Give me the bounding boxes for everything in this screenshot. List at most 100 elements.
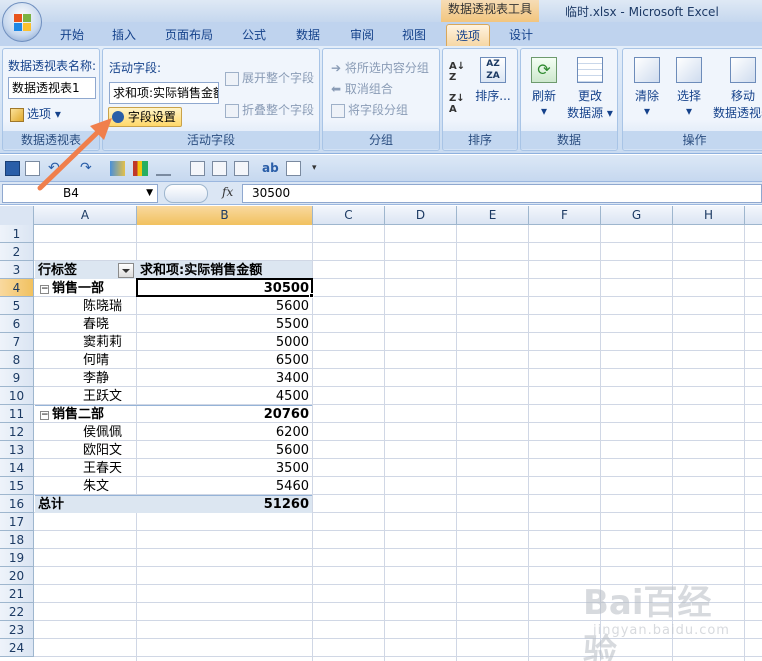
row-header[interactable]: 9 [0, 369, 34, 387]
tab-design[interactable]: 设计 [498, 24, 544, 46]
row-header[interactable]: 1 [0, 225, 34, 243]
item-value[interactable]: 5600 [137, 298, 312, 315]
group-subtotal[interactable]: 20760 [137, 406, 312, 423]
row-header[interactable]: 2 [0, 243, 34, 261]
item-value[interactable]: 6200 [137, 424, 312, 441]
ungroup-button[interactable]: ⬅ 取消组合 [331, 80, 393, 97]
item-row-label[interactable]: 王春天 [35, 460, 136, 477]
sort-button[interactable]: AZ ZA 排序... [471, 57, 515, 104]
row-header[interactable]: 10 [0, 387, 34, 405]
row-header[interactable]: 6 [0, 315, 34, 333]
item-value[interactable]: 5000 [137, 334, 312, 351]
table-icon[interactable] [212, 161, 227, 176]
collapse-toggle-icon[interactable]: − [40, 285, 49, 294]
row-header[interactable]: 15 [0, 477, 34, 495]
fx-button[interactable]: fx [222, 185, 233, 199]
office-button[interactable] [2, 2, 42, 42]
sort-ascending-icon[interactable]: A↓ Z [449, 61, 465, 83]
tab-home[interactable]: 开始 [48, 24, 96, 46]
item-row-label[interactable]: 朱文 [35, 478, 136, 495]
row-header[interactable]: 20 [0, 567, 34, 585]
filter-dropdown-icon[interactable] [118, 263, 134, 278]
item-value[interactable]: 5460 [137, 478, 312, 495]
name-box-dropdown-icon[interactable]: ▼ [146, 185, 153, 202]
row-header[interactable]: 18 [0, 531, 34, 549]
expand-field-button[interactable]: 展开整个字段 [225, 69, 314, 86]
item-row-label[interactable]: 何晴 [35, 352, 136, 369]
item-row-label[interactable]: 窦莉莉 [35, 334, 136, 351]
collapse-toggle-icon[interactable]: − [40, 411, 49, 420]
column-header[interactable]: H [673, 206, 745, 225]
select-all-corner[interactable] [0, 206, 34, 225]
column-header[interactable]: B [137, 206, 313, 225]
active-field-input[interactable]: 求和项:实际销售金额 [109, 82, 219, 104]
column-header[interactable]: F [529, 206, 601, 225]
item-value[interactable]: 3400 [137, 370, 312, 387]
row-header[interactable]: 17 [0, 513, 34, 531]
clear-button[interactable]: 清除 ▾ [627, 57, 667, 118]
customize-toolbar-icon[interactable]: ▾ [312, 161, 327, 176]
save-icon[interactable] [5, 161, 20, 176]
column-header[interactable]: G [601, 206, 673, 225]
item-value[interactable]: 4500 [137, 388, 312, 405]
row-header[interactable]: 8 [0, 351, 34, 369]
formula-cancel-enter-icon[interactable] [164, 184, 208, 203]
row-header[interactable]: 5 [0, 297, 34, 315]
change-data-source-button[interactable]: 更改 数据源 ▾ [565, 57, 615, 121]
tab-formulas[interactable]: 公式 [230, 24, 278, 46]
item-value[interactable]: 5600 [137, 442, 312, 459]
print-preview-icon[interactable] [286, 161, 301, 176]
fill-handle[interactable] [309, 293, 314, 298]
row-header[interactable]: 4 [0, 279, 34, 297]
item-row-label[interactable]: 欧阳文 [35, 442, 136, 459]
item-value[interactable]: 6500 [137, 352, 312, 369]
row-header[interactable]: 19 [0, 549, 34, 567]
form-icon[interactable] [190, 161, 205, 176]
row-header[interactable]: 13 [0, 441, 34, 459]
group-selection-button[interactable]: ➔ 将所选内容分组 [331, 59, 429, 76]
tab-page-layout[interactable]: 页面布局 [156, 24, 222, 46]
tab-view[interactable]: 视图 [390, 24, 438, 46]
item-value[interactable]: 3500 [137, 460, 312, 477]
select-button[interactable]: 选择 ▾ [669, 57, 709, 118]
column-header[interactable]: C [313, 206, 385, 225]
group-field-button[interactable]: 将字段分组 [331, 101, 408, 118]
active-field-group-label: 活动字段 [103, 131, 319, 149]
row-header[interactable]: 14 [0, 459, 34, 477]
tab-review[interactable]: 审阅 [338, 24, 386, 46]
row-header[interactable]: 12 [0, 423, 34, 441]
row-header[interactable]: 7 [0, 333, 34, 351]
item-value[interactable]: 5500 [137, 316, 312, 333]
tab-data[interactable]: 数据 [284, 24, 332, 46]
column-header[interactable]: E [457, 206, 529, 225]
draw-icon[interactable] [156, 161, 171, 176]
row-header[interactable]: 16 [0, 495, 34, 513]
item-row-label[interactable]: 侯佩佩 [35, 424, 136, 441]
tab-insert[interactable]: 插入 [100, 24, 148, 46]
active-field-group: 活动字段: 求和项:实际销售金额 展开整个字段 折叠整个字段 活动字段 [102, 48, 320, 151]
row-header[interactable]: 24 [0, 639, 34, 657]
row-header[interactable]: 23 [0, 621, 34, 639]
spelling-icon[interactable]: ab [262, 161, 279, 176]
camera-icon[interactable] [234, 161, 249, 176]
item-row-label[interactable]: 王跃文 [35, 388, 136, 405]
row-header[interactable]: 11 [0, 405, 34, 423]
move-pivot-button[interactable]: 移动数据透视表 [711, 57, 762, 121]
sort-descending-icon[interactable]: Z↓ A [449, 93, 465, 115]
column-header[interactable]: A [34, 206, 137, 225]
item-row-label[interactable]: 李静 [35, 370, 136, 387]
column-header[interactable]: D [385, 206, 457, 225]
row-header[interactable]: 22 [0, 603, 34, 621]
chart-icon[interactable] [133, 161, 148, 176]
actions-group-label: 操作 [623, 131, 762, 149]
collapse-field-button[interactable]: 折叠整个字段 [225, 101, 314, 118]
grand-total-label: 总计 [38, 497, 65, 512]
pivot-name-input[interactable]: 数据透视表1 [8, 77, 96, 99]
item-row-label[interactable]: 春晓 [35, 316, 136, 333]
formula-input[interactable]: 30500 [242, 184, 762, 203]
row-header[interactable]: 21 [0, 585, 34, 603]
row-header[interactable]: 3 [0, 261, 34, 279]
item-row-label[interactable]: 陈晓瑞 [35, 298, 136, 315]
refresh-button[interactable]: ⟳ 刷新 ▾ [525, 57, 563, 118]
tab-options[interactable]: 选项 [446, 24, 490, 46]
